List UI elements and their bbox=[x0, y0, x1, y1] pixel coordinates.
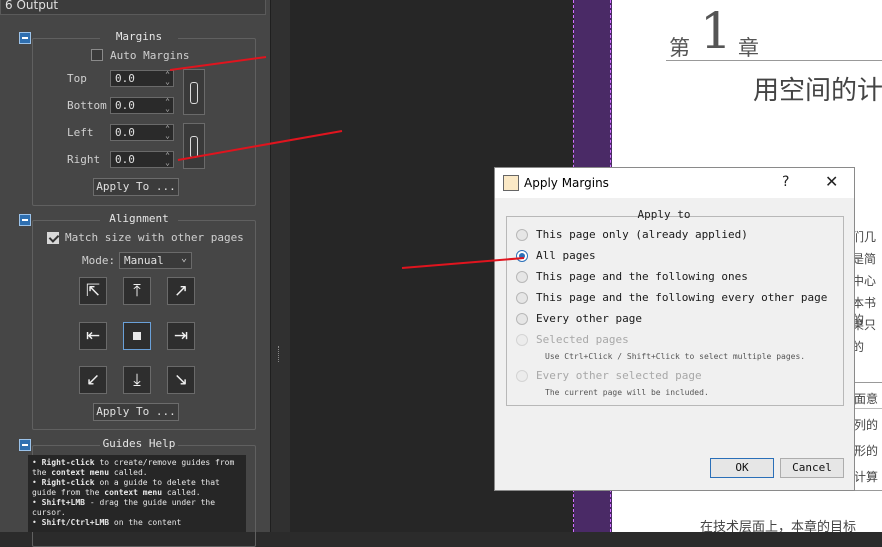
annotation-arrow-right-margin bbox=[177, 130, 343, 161]
annotation-arrow-auto-margins bbox=[169, 56, 267, 71]
annotation-arrow-all-pages bbox=[401, 257, 525, 269]
annotation-arrows bbox=[169, 56, 525, 269]
